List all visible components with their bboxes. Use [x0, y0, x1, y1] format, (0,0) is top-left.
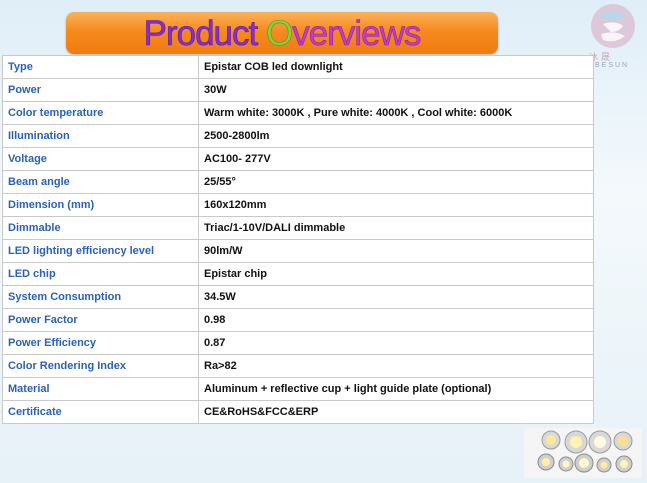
spec-row: Power 30W: [2, 78, 594, 102]
spec-row: Power Efficiency 0.87: [2, 331, 594, 355]
spec-row: Dimmable Triac/1-10V/DALI dimmable: [2, 216, 594, 240]
spec-value: 90lm/W: [198, 239, 594, 263]
spec-value: Ra>82: [198, 354, 594, 378]
spec-value: 25/55°: [198, 170, 594, 194]
spec-label: Power Factor: [2, 308, 199, 332]
spec-label: Power Efficiency: [2, 331, 199, 355]
spec-row: Beam angle 25/55°: [2, 170, 594, 194]
spec-value: Epistar chip: [198, 262, 594, 286]
spec-row: Voltage AC100- 277V: [2, 147, 594, 171]
spec-table-body: Type Epistar COB led downlight Power 30W Col…: [2, 55, 594, 424]
spec-row: LED lighting efficiency level 90lm/W: [2, 239, 594, 263]
spec-value: 30W: [198, 78, 594, 102]
spec-value: CE&RoHS&FCC&ERP: [198, 400, 594, 424]
title-part-3: verviews: [292, 14, 422, 54]
logo-english-text: BESUN: [595, 62, 630, 69]
spec-value: AC100- 277V: [198, 147, 594, 171]
spec-row: Certificate CE&RoHS&FCC&ERP: [2, 400, 594, 424]
spec-row: Power Factor 0.98: [2, 308, 594, 332]
spec-label: Type: [2, 55, 199, 79]
spec-row: LED chip Epistar chip: [2, 262, 594, 286]
spec-value: 34.5W: [198, 285, 594, 309]
title-part-2: O: [265, 14, 294, 54]
spec-label: Material: [2, 377, 199, 401]
spec-value: Warm white: 3000K , Pure white: 4000K , …: [198, 101, 594, 125]
spec-label: Certificate: [2, 400, 199, 424]
spec-label: Beam angle: [2, 170, 199, 194]
spec-label: System Consumption: [2, 285, 199, 309]
spec-value: 0.87: [198, 331, 594, 355]
spec-value: 0.98: [198, 308, 594, 332]
spec-value: Aluminum + reflective cup + light guide …: [198, 377, 594, 401]
spec-label: LED lighting efficiency level: [2, 239, 199, 263]
spec-label: Color Rendering Index: [2, 354, 199, 378]
downlight-products-icon: [524, 428, 642, 478]
spec-label: Illumination: [2, 124, 199, 148]
spec-value: 2500-2800lm: [198, 124, 594, 148]
spec-value: Epistar COB led downlight: [198, 55, 594, 79]
spec-row: Material Aluminum + reflective cup + ligh…: [2, 377, 594, 401]
spec-row: Illumination 2500-2800lm: [2, 124, 594, 148]
title-part-1: Product: [143, 14, 266, 54]
spec-value: Triac/1-10V/DALI dimmable: [198, 216, 594, 240]
spec-label: Color temperature: [2, 101, 199, 125]
spec-label: Power: [2, 78, 199, 102]
spec-row: Type Epistar COB led downlight: [2, 55, 594, 79]
product-image: [524, 428, 642, 478]
spec-label: Dimension (mm): [2, 193, 199, 217]
spec-table: Type Epistar COB led downlight Power 30W Col…: [2, 55, 594, 424]
spec-label: LED chip: [2, 262, 199, 286]
page-title: Product Overviews: [66, 14, 498, 54]
spec-label: Dimmable: [2, 216, 199, 240]
spec-row: Color Rendering Index Ra>82: [2, 354, 594, 378]
spec-row: System Consumption 34.5W: [2, 285, 594, 309]
spec-value: 160x120mm: [198, 193, 594, 217]
logo-mark-icon: [591, 4, 635, 48]
spec-row: Dimension (mm) 160x120mm: [2, 193, 594, 217]
spec-label: Voltage: [2, 147, 199, 171]
spec-row: Color temperature Warm white: 3000K , Pur…: [2, 101, 594, 125]
title-banner: Product Overviews: [66, 12, 498, 54]
